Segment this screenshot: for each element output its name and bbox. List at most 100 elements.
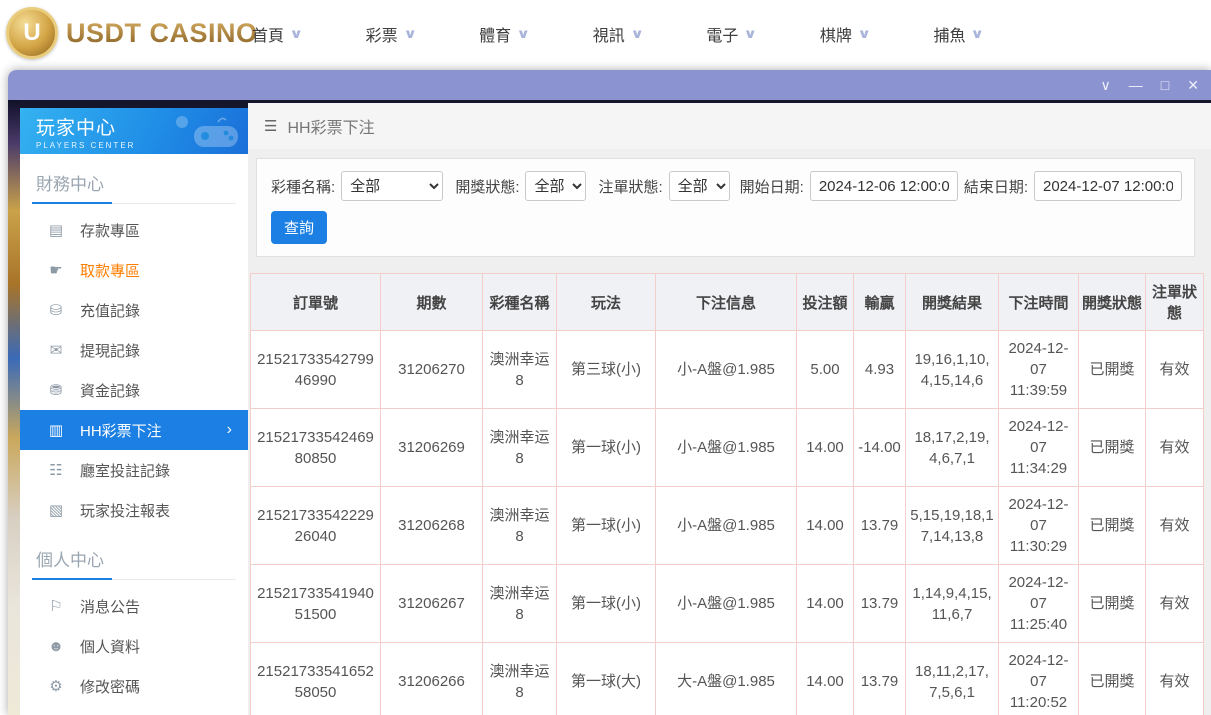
hamburger-icon[interactable]: ☰ [264,117,277,135]
nav-menu-item-label: 彩票 [366,22,398,46]
nav-menu-item-label: 電子 [706,22,738,46]
cell-draw-status: 已開獎 [1079,643,1146,715]
end-date-label: 結束日期: [964,176,1028,197]
table-row[interactable]: 2152173354194051500 31206267 澳洲幸运8 第一球(小… [251,565,1204,643]
player-center-window: ∨ — □ ✕ 玩家中心 PLAYERS CENTER [8,70,1211,715]
finance-menu: ▤ 存款專區 ☛ 取款專區 ⛁ 充值記錄 ✉ 提現記錄 [20,210,248,530]
cell-order-status: 有效 [1146,487,1204,565]
sidebar-item[interactable]: ⚐ 消息公告 [20,586,248,626]
window-maximize-button[interactable]: □ [1161,78,1169,92]
nav-menu-item[interactable]: 視訊 ∨ [593,22,643,46]
sidebar-item-label: 個人資料 [80,636,140,657]
cell-draw-result: 18,11,2,17,7,5,6,1 [906,643,999,715]
sidebar-item[interactable]: ✉ 提現記錄 [20,330,248,370]
table-column-header: 玩法 [557,274,656,331]
sidebar-item[interactable]: ☛ 取款專區 [20,250,248,290]
section-title-personal: 個人中心 [32,544,236,580]
cell-bet-time: 2024-12-07 11:25:40 [999,565,1079,643]
cell-order-id: 2152173354222926040 [251,487,381,565]
cell-bet-time: 2024-12-07 11:34:29 [999,409,1079,487]
nav-menu-item[interactable]: 棋牌 ∨ [820,22,870,46]
cell-lottery-name: 澳洲幸运8 [483,487,557,565]
bell-icon: ⚐ [46,597,66,615]
brand-logo[interactable]: U USDT CASINO [6,7,258,59]
cell-draw-status: 已開獎 [1079,565,1146,643]
sidebar-item[interactable]: ▤ 存款專區 [20,210,248,250]
nav-menu-item-label: 捕魚 [933,22,965,46]
nav-menu-item[interactable]: 捕魚 ∨ [933,22,983,46]
cell-issue-number: 31206270 [381,331,483,409]
sidebar-header: 玩家中心 PLAYERS CENTER [20,108,248,154]
sidebar-item[interactable]: ▧ 玩家投注報表 [20,490,248,530]
search-button[interactable]: 查詢 [271,211,327,244]
chevron-right-icon: › [227,421,232,439]
sidebar-item-label: 廳室投註記錄 [80,460,170,481]
table-column-header: 下注時間 [999,274,1079,331]
table-column-header: 投注額 [797,274,854,331]
cell-win-loss: 13.79 [854,487,906,565]
chevron-down-icon: ∨ [630,26,644,42]
sidebar-item-label: 取款專區 [80,260,140,281]
cell-play-type: 第一球(大) [557,643,656,715]
chevron-down-icon: ∨ [744,26,758,42]
table-column-header: 期數 [381,274,483,331]
cell-bet-amount: 14.00 [797,565,854,643]
cell-bet-info: 小-A盤@1.985 [656,331,797,409]
table-column-header: 訂單號 [251,274,381,331]
table-column-header: 輸贏 [854,274,906,331]
deposit-icon: ▤ [46,221,66,239]
sidebar-item[interactable]: ☷ 廳室投註記錄 [20,450,248,490]
sidebar-item[interactable]: ▥ HH彩票下注 › [20,410,248,450]
cell-win-loss: 13.79 [854,643,906,715]
table-row[interactable]: 2152173354246980850 31206269 澳洲幸运8 第一球(小… [251,409,1204,487]
lottery-name-label: 彩種名稱: [271,176,335,197]
sidebar-item[interactable]: ⚙ 修改密碼 [20,666,248,706]
sidebar-item-label: 消息公告 [80,596,140,617]
room-bet-record-icon: ☷ [46,461,66,479]
end-date-input[interactable] [1034,171,1182,201]
table-row[interactable]: 2152173354165258050 31206266 澳洲幸运8 第一球(大… [251,643,1204,715]
casino-coin-icon: U [6,7,58,59]
cell-bet-time: 2024-12-07 11:39:59 [999,331,1079,409]
cell-order-id: 2152173354246980850 [251,409,381,487]
sidebar-item[interactable]: ☻ 個人資料 [20,626,248,666]
lottery-name-select[interactable]: 全部 [341,171,443,201]
start-date-label: 開始日期: [740,176,804,197]
sidebar-item[interactable]: ⛁ 充值記錄 [20,290,248,330]
cell-lottery-name: 澳洲幸运8 [483,565,557,643]
table-row[interactable]: 2152173354222926040 31206268 澳洲幸运8 第一球(小… [251,487,1204,565]
table-column-header: 彩種名稱 [483,274,557,331]
cell-lottery-name: 澳洲幸运8 [483,331,557,409]
nav-menu-item[interactable]: 電子 ∨ [706,22,756,46]
cell-draw-result: 5,15,19,18,17,14,13,8 [906,487,999,565]
lottery-bets-icon: ▥ [46,421,66,439]
table-header-row: 訂單號期數彩種名稱玩法下注信息投注額輸贏開獎結果下注時間開獎狀態注單狀態 [251,274,1204,331]
start-date-input[interactable] [810,171,958,201]
table-row[interactable]: 2152173354279946990 31206270 澳洲幸运8 第三球(小… [251,331,1204,409]
nav-menu-item[interactable]: 體育 ∨ [479,22,529,46]
personal-menu: ⚐ 消息公告 ☻ 個人資料 ⚙ 修改密碼 [20,586,248,706]
cell-win-loss: -14.00 [854,409,906,487]
window-minimize-button[interactable]: — [1129,78,1143,92]
window-collapse-button[interactable]: ∨ [1101,78,1111,92]
order-status-select[interactable]: 全部 [669,171,730,201]
cell-order-status: 有效 [1146,409,1204,487]
nav-menu-item[interactable]: 彩票 ∨ [366,22,416,46]
cell-order-status: 有效 [1146,331,1204,409]
bets-table: 訂單號期數彩種名稱玩法下注信息投注額輸贏開獎結果下注時間開獎狀態注單狀態 215… [250,273,1204,715]
withdraw-icon: ☛ [46,261,66,279]
cell-order-id: 2152173354165258050 [251,643,381,715]
cell-draw-result: 19,16,1,10,4,15,14,6 [906,331,999,409]
gamepad-icon [174,114,240,150]
cell-issue-number: 31206267 [381,565,483,643]
cell-order-id: 2152173354279946990 [251,331,381,409]
background-artwork [8,100,20,715]
cell-play-type: 第三球(小) [557,331,656,409]
page: U USDT CASINO 首頁 ∨ 彩票 ∨ 體育 ∨ 視訊 ∨ 電子 ∨ 棋… [0,0,1211,715]
nav-menu-item[interactable]: 首頁 ∨ [252,22,302,46]
window-close-button[interactable]: ✕ [1187,78,1199,92]
sidebar-item[interactable]: ⛃ 資金記錄 [20,370,248,410]
sidebar-item-label: 提現記錄 [80,340,140,361]
section-title-finance: 財務中心 [32,168,236,204]
draw-status-select[interactable]: 全部 [525,171,586,201]
